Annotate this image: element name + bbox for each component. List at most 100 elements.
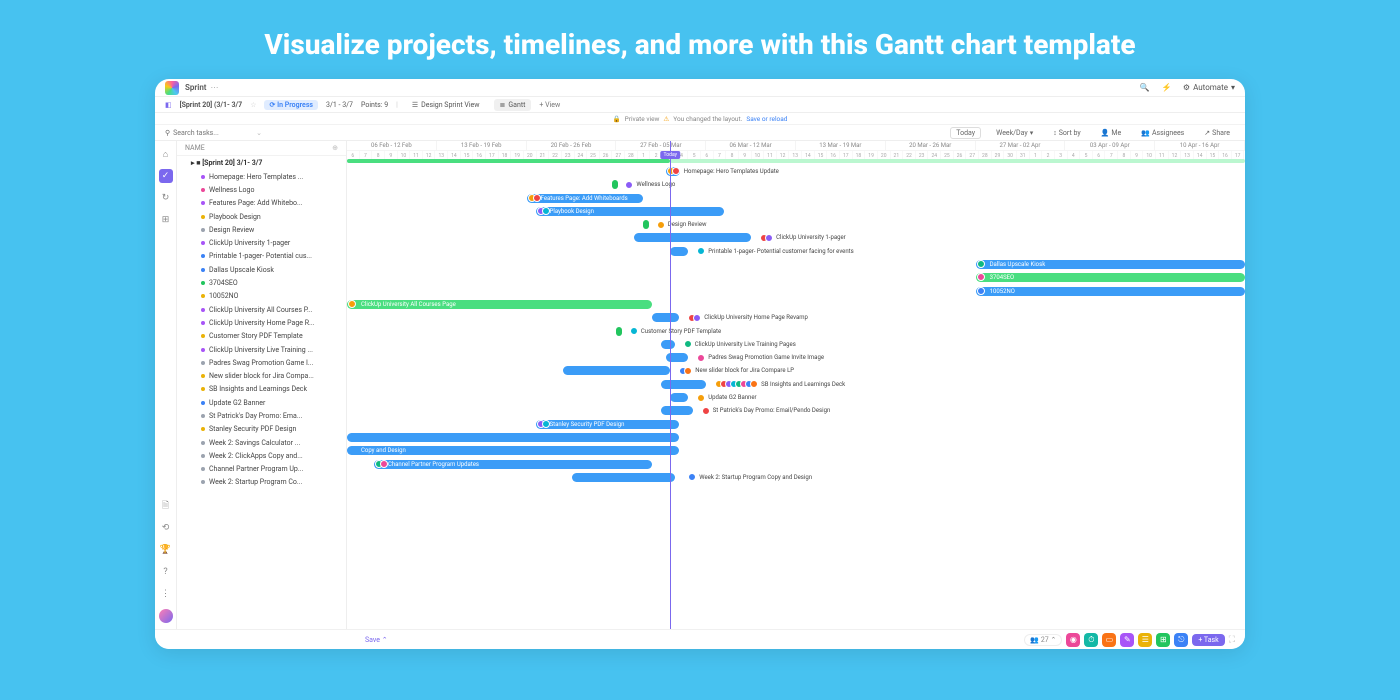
task-row[interactable]: ClickUp University 1-pager xyxy=(177,236,346,249)
scale-select[interactable]: Week/Day ▾ xyxy=(991,128,1038,138)
gantt-bar[interactable]: 3704SEO xyxy=(976,273,1245,282)
gantt-row[interactable]: Week 2: Startup Program Copy and Design xyxy=(347,471,1245,484)
gantt-row[interactable]: SB Insights and Learnings Deck xyxy=(347,378,1245,391)
gantt-row[interactable]: Homepage: Hero Templates Update xyxy=(347,165,1245,178)
gantt-row[interactable]: ClickUp University Live Training Pages xyxy=(347,338,1245,351)
gantt-bar[interactable]: Playbook Design xyxy=(536,207,725,216)
assignee-avatar[interactable] xyxy=(625,181,633,189)
task-row[interactable]: ClickUp University All Courses P... xyxy=(177,303,346,316)
footer-action-icon[interactable]: ☰ xyxy=(1138,633,1152,647)
sprint-group-row[interactable]: ▸ ■ [Sprint 20] 3/1- 3/7 xyxy=(177,156,346,170)
assignee-avatar[interactable] xyxy=(977,273,985,281)
assignee-avatar[interactable] xyxy=(765,234,773,242)
gantt-row[interactable]: Customer Story PDF Template xyxy=(347,325,1245,338)
gantt-row[interactable]: St Patrick's Day Promo: Email/Pendo Desi… xyxy=(347,404,1245,417)
tasks-icon[interactable]: ✓ xyxy=(159,169,173,183)
task-row[interactable]: Stanley Security PDF Design xyxy=(177,423,346,436)
task-row[interactable]: St Patrick's Day Promo: Ema... xyxy=(177,409,346,422)
gantt-row[interactable]: 10052NO xyxy=(347,285,1245,298)
search-input[interactable] xyxy=(173,129,253,137)
view-tab-gantt[interactable]: ≣ Gantt xyxy=(494,99,532,111)
expand-icon[interactable]: ⛶ xyxy=(1229,635,1235,645)
folder-icon[interactable]: ◧ xyxy=(165,101,172,109)
gantt-bar[interactable]: Copy and Design xyxy=(347,446,679,455)
gantt-bar[interactable] xyxy=(666,353,688,362)
assignee-avatar[interactable] xyxy=(684,340,692,348)
user-avatar[interactable] xyxy=(159,609,173,623)
task-row[interactable]: Features Page: Add Whitebo... xyxy=(177,197,346,210)
date-range[interactable]: 3/1 - 3/7 xyxy=(326,101,353,109)
task-row[interactable]: Week 2: ClickApps Copy and... xyxy=(177,449,346,462)
add-column-icon[interactable]: ⊕ xyxy=(332,144,338,152)
task-row[interactable]: 3704SEO xyxy=(177,276,346,289)
task-row[interactable]: ClickUp University Home Page R... xyxy=(177,316,346,329)
status-chip[interactable]: ⟳ In Progress xyxy=(264,100,318,110)
assignee-avatar[interactable] xyxy=(697,247,705,255)
gantt-bar[interactable]: ClickUp University All Courses Page xyxy=(347,300,652,309)
assignee-avatar[interactable] xyxy=(672,167,680,175)
gantt-row[interactable] xyxy=(347,431,1245,444)
gantt-bar[interactable]: Features Page: Add Whiteboards xyxy=(527,194,644,203)
gantt-row[interactable]: Printable 1-pager- Potential customer fa… xyxy=(347,245,1245,258)
share-button[interactable]: ↗ Share xyxy=(1199,128,1235,138)
task-row[interactable]: Week 2: Savings Calculator ... xyxy=(177,436,346,449)
help-icon[interactable]: ? xyxy=(159,565,173,579)
app-logo-icon[interactable] xyxy=(165,81,179,95)
task-row[interactable]: Channel Partner Program Up... xyxy=(177,463,346,476)
task-row[interactable]: Customer Story PDF Template xyxy=(177,330,346,343)
gantt-bar[interactable] xyxy=(563,366,671,375)
gantt-row[interactable]: Copy and Design xyxy=(347,444,1245,457)
folder-name[interactable]: [Sprint 20] (3/1- 3/7 xyxy=(180,101,243,109)
gantt-row[interactable]: Design Review xyxy=(347,218,1245,231)
assignee-avatar[interactable] xyxy=(630,327,638,335)
gantt-bar[interactable] xyxy=(661,380,706,389)
add-view-button[interactable]: + View xyxy=(539,101,560,109)
gantt-row[interactable]: ClickUp University Home Page Revamp xyxy=(347,311,1245,324)
save-hint[interactable]: Save ⌃ xyxy=(365,636,388,644)
gantt-bar[interactable] xyxy=(661,340,675,349)
task-row[interactable]: SB Insights and Learnings Deck xyxy=(177,383,346,396)
more-icon[interactable]: ⋮ xyxy=(159,587,173,601)
breadcrumb-root[interactable]: Sprint⋯ xyxy=(185,83,219,92)
gantt-row[interactable]: Stanley Security PDF Design xyxy=(347,418,1245,431)
assignee-avatar[interactable] xyxy=(688,473,696,481)
assignee-avatar[interactable] xyxy=(542,420,550,428)
assignee-avatar[interactable] xyxy=(750,380,758,388)
task-row[interactable]: Design Review xyxy=(177,223,346,236)
view-tab-list[interactable]: ☰ Design Sprint View xyxy=(406,99,486,111)
assignee-avatar[interactable] xyxy=(697,354,705,362)
gantt-bar[interactable] xyxy=(661,406,692,415)
task-row[interactable]: Printable 1-pager- Potential cus... xyxy=(177,250,346,263)
gantt-bar[interactable]: Stanley Security PDF Design xyxy=(536,420,680,429)
task-row[interactable]: ClickUp University Live Training ... xyxy=(177,343,346,356)
home-icon[interactable]: ⌂ xyxy=(159,147,173,161)
search-icon[interactable]: 🔍 xyxy=(1139,82,1151,94)
bolt-icon[interactable]: ⚡ xyxy=(1161,82,1173,94)
assignee-avatar[interactable] xyxy=(693,314,701,322)
trophy-icon[interactable]: 🏆 xyxy=(159,543,173,557)
task-row[interactable]: Wellness Logo xyxy=(177,183,346,196)
footer-action-icon[interactable]: ⊞ xyxy=(1156,633,1170,647)
gantt-row[interactable]: Padres Swag Promotion Game Invite Image xyxy=(347,351,1245,364)
automate-button[interactable]: ⚙ Automate ▾ xyxy=(1183,83,1235,92)
gantt-row[interactable]: ClickUp University All Courses Page xyxy=(347,298,1245,311)
footer-action-icon[interactable]: ◉ xyxy=(1066,633,1080,647)
gantt-row[interactable]: 3704SEO xyxy=(347,271,1245,284)
assignee-avatar[interactable] xyxy=(657,221,665,229)
assignees-filter[interactable]: 👥 Assignees xyxy=(1136,128,1189,138)
assignee-avatar[interactable] xyxy=(380,460,388,468)
assignee-avatar[interactable] xyxy=(977,287,985,295)
assignee-avatar[interactable] xyxy=(533,194,541,202)
task-row[interactable]: Padres Swag Promotion Game I... xyxy=(177,356,346,369)
gantt-row[interactable]: Channel Partner Program Updates xyxy=(347,458,1245,471)
refresh-icon[interactable]: ↻ xyxy=(159,191,173,205)
me-filter[interactable]: 👤 Me xyxy=(1096,128,1127,138)
gantt-bar[interactable] xyxy=(670,393,688,402)
gantt-row[interactable]: Dallas Upscale Kiosk xyxy=(347,258,1245,271)
apps-icon[interactable]: ⊞ xyxy=(159,213,173,227)
task-row[interactable]: Dallas Upscale Kiosk xyxy=(177,263,346,276)
milestone-pill[interactable] xyxy=(612,180,618,189)
gantt-bar[interactable] xyxy=(347,433,679,442)
gantt-bar[interactable] xyxy=(666,167,680,176)
gantt-row[interactable]: New slider block for Jira Compare LP xyxy=(347,364,1245,377)
